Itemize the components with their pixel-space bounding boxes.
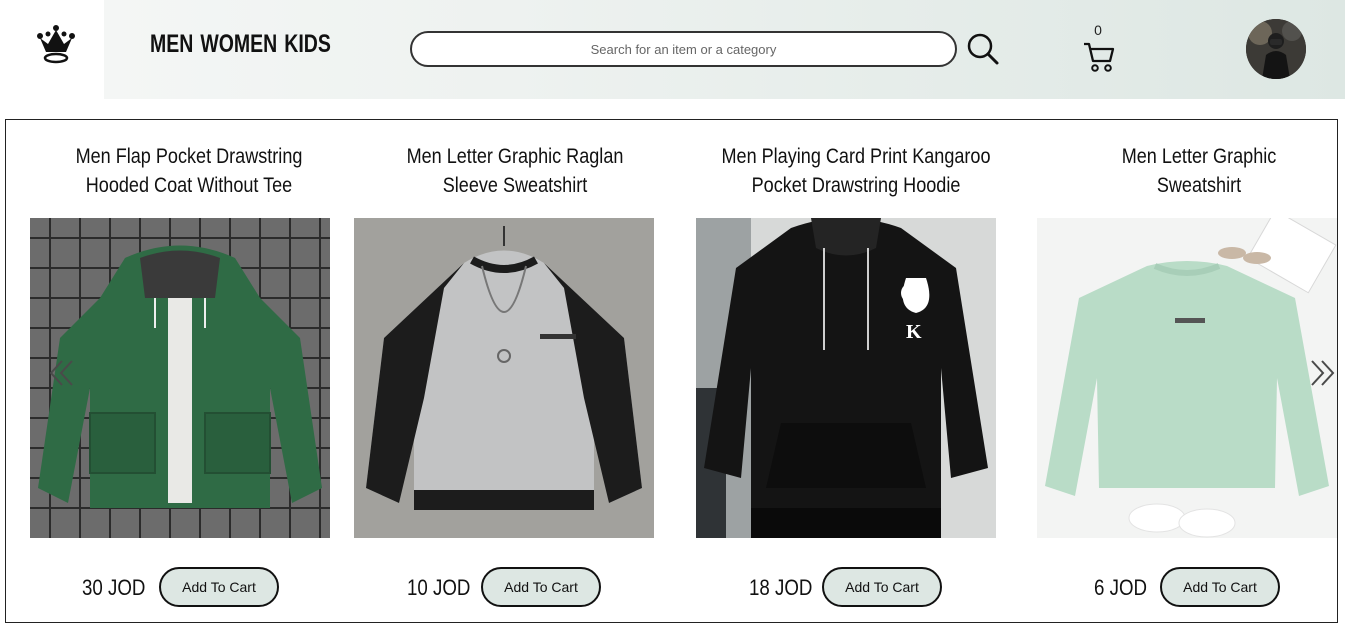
site-header: MENWOMENKIDS 0 [0, 0, 1345, 99]
nav-women[interactable]: WOMEN [200, 30, 277, 58]
product-price: 10 JOD [407, 575, 471, 600]
black-hoodie-image: K [696, 218, 996, 538]
product-image[interactable] [354, 218, 654, 538]
chevron-double-left-icon[interactable] [48, 358, 76, 388]
profile-avatar[interactable] [1246, 19, 1306, 79]
search-icon[interactable] [966, 32, 1000, 66]
raglan-sweatshirt-image [354, 218, 654, 538]
crown-icon[interactable] [34, 24, 78, 66]
add-to-cart-button[interactable]: Add To Cart [1160, 567, 1280, 607]
product-image[interactable]: K [696, 218, 996, 538]
product-image[interactable] [1037, 218, 1337, 538]
product-price: 18 JOD [749, 575, 813, 600]
search-input[interactable] [410, 31, 957, 67]
add-to-cart-button[interactable]: Add To Cart [822, 567, 942, 607]
product-title: Men Letter Graphic Sweatshirt [1121, 145, 1277, 197]
add-to-cart-button[interactable]: Add To Cart [159, 567, 279, 607]
product-title: Men Flap Pocket Drawstring Hooded Coat W… [75, 145, 303, 197]
chevron-double-right-icon[interactable] [1308, 358, 1336, 388]
cart-count: 0 [1094, 22, 1102, 38]
product-carousel: Men Flap Pocket Drawstring Hooded Coat W… [5, 119, 1338, 623]
add-to-cart-button[interactable]: Add To Cart [481, 567, 601, 607]
nav-men[interactable]: MEN [150, 30, 193, 58]
product-title: Men Playing Card Print Kangaroo Pocket D… [721, 145, 991, 197]
product-price: 6 JOD [1094, 575, 1148, 600]
product-price: 30 JOD [82, 575, 146, 600]
svg-text:K: K [906, 321, 922, 343]
product-title: Men Letter Graphic Raglan Sleeve Sweatsh… [406, 145, 624, 197]
avatar-photo [1246, 19, 1306, 79]
cart-icon[interactable] [1082, 40, 1116, 74]
nav-kids[interactable]: KIDS [284, 30, 331, 58]
main-nav: MEN WOMEN KIDS [150, 30, 338, 59]
mint-sweatshirt-image [1037, 218, 1337, 538]
